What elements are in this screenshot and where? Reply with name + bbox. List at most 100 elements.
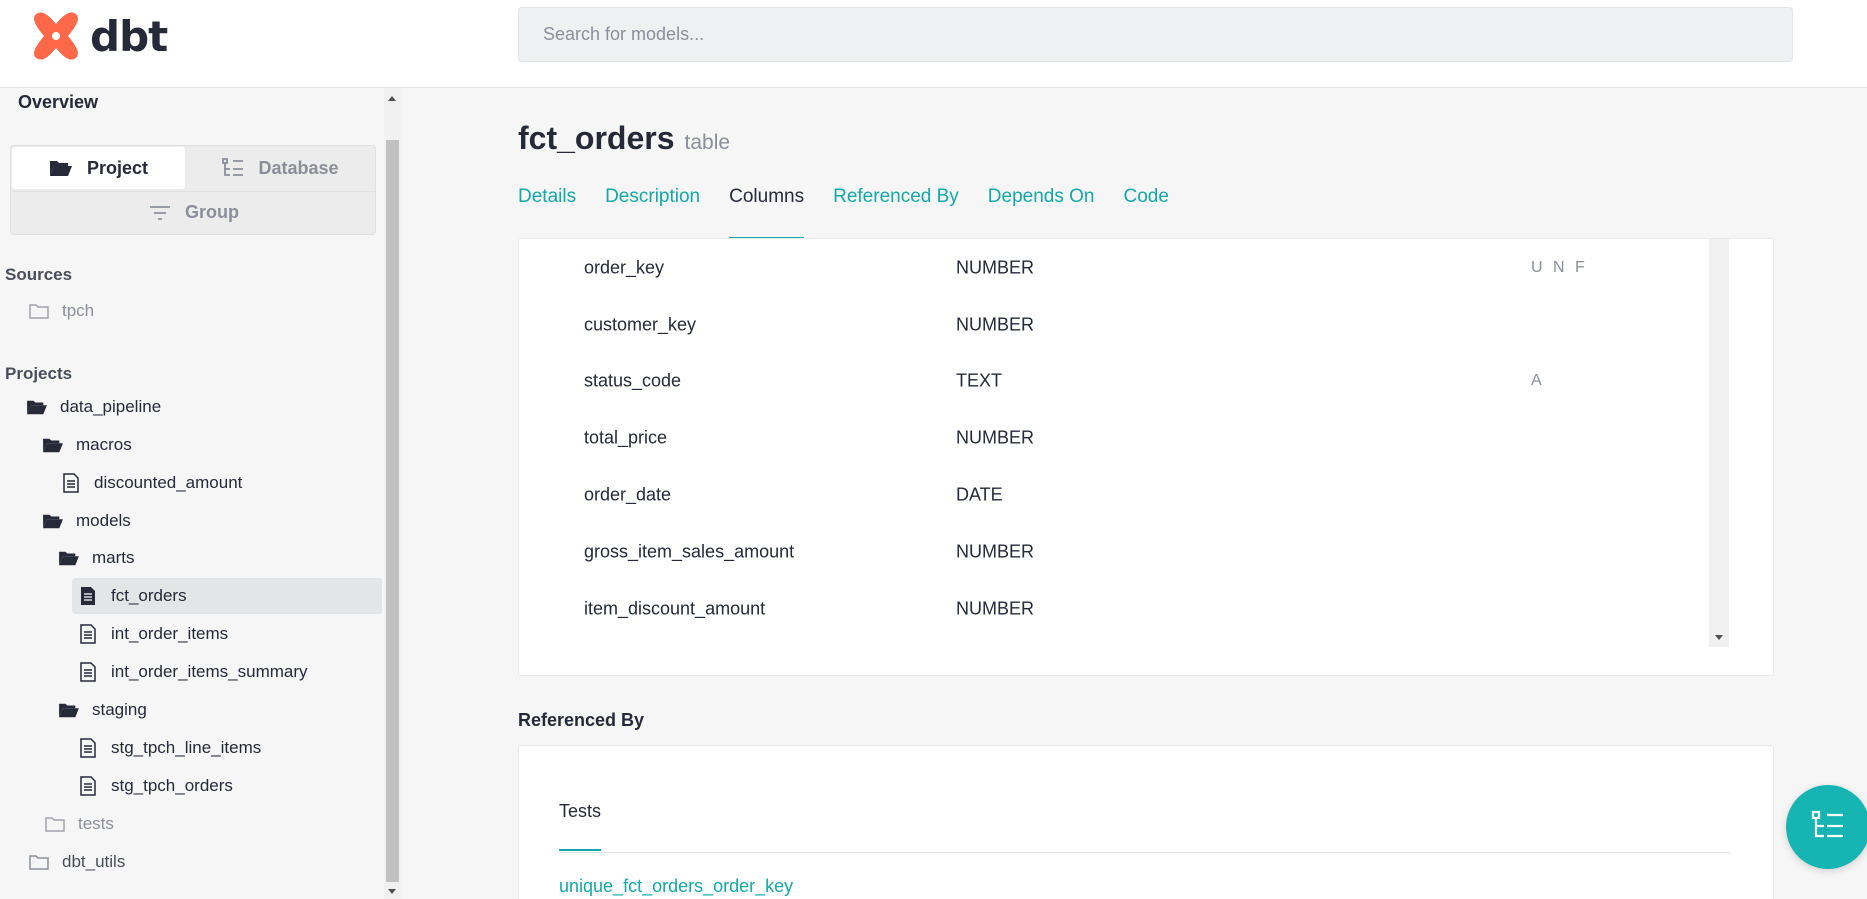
sidebar-item-label: stg_tpch_orders xyxy=(111,776,233,795)
top-header: dbt xyxy=(0,0,1867,88)
hierarchy-icon xyxy=(222,158,244,178)
column-type: NUMBER xyxy=(956,427,1035,447)
folder-open-icon xyxy=(26,398,48,416)
scroll-down-arrow-icon[interactable] xyxy=(1715,635,1723,640)
tab-database[interactable]: Database xyxy=(186,147,375,189)
logo-text: dbt xyxy=(90,11,168,61)
folder-icon xyxy=(28,854,50,870)
sources-heading: Sources xyxy=(5,265,73,284)
sidebar-item-label: int_order_items_summary xyxy=(111,662,308,681)
sidebar-item-label: fct_orders xyxy=(111,586,187,605)
column-type: NUMBER xyxy=(956,541,1035,561)
column-type: TEXT xyxy=(956,370,1003,390)
tab-project[interactable]: Project xyxy=(12,147,185,189)
tab-code[interactable]: Code xyxy=(1123,186,1168,239)
divider xyxy=(559,852,1731,853)
model-type: table xyxy=(684,131,731,154)
tab-database-label: Database xyxy=(258,157,339,178)
folder-icon xyxy=(28,303,50,319)
sidebar-item-tests[interactable]: tests xyxy=(44,806,114,842)
column-type: NUMBER xyxy=(956,598,1035,618)
test-link[interactable]: unique_fct_orders_order_key xyxy=(559,876,793,897)
table-row[interactable]: gross_item_sales_amount NUMBER xyxy=(584,523,1694,580)
tab-referenced-by[interactable]: Referenced By xyxy=(833,186,959,239)
search-input[interactable] xyxy=(518,7,1793,62)
file-icon xyxy=(77,738,99,758)
scroll-down-arrow-icon[interactable] xyxy=(388,889,396,894)
tab-depends-on[interactable]: Depends On xyxy=(988,186,1095,239)
columns-scrollbar[interactable] xyxy=(1709,239,1729,647)
sidebar: Overview Project Database Group Sources … xyxy=(0,88,385,899)
sidebar-item-discounted-amount[interactable]: discounted_amount xyxy=(60,465,242,501)
folder-open-icon xyxy=(58,549,80,567)
scroll-up-arrow-icon[interactable] xyxy=(388,96,396,101)
column-name: order_date xyxy=(584,484,672,504)
file-icon xyxy=(77,624,99,644)
sidebar-item-dbt-utils[interactable]: dbt_utils xyxy=(28,844,125,880)
sidebar-item-int-order-items[interactable]: int_order_items xyxy=(77,616,228,652)
column-name: gross_item_sales_amount xyxy=(584,541,795,561)
sidebar-item-marts[interactable]: marts xyxy=(58,540,135,576)
projects-heading: Projects xyxy=(5,364,73,383)
column-type: NUMBER xyxy=(956,314,1035,334)
table-row[interactable]: status_code TEXT A › xyxy=(584,352,1725,409)
file-filled-icon xyxy=(77,586,99,606)
tab-columns[interactable]: Columns xyxy=(729,186,804,239)
columns-table: order_key NUMBER U N F › customer_key NU… xyxy=(518,238,1774,676)
sidebar-item-label: dbt_utils xyxy=(62,852,126,871)
lineage-icon xyxy=(1811,810,1845,845)
sidebar-item-label: models xyxy=(76,511,131,530)
sidebar-item-label: tests xyxy=(78,814,114,833)
dbt-logo-icon xyxy=(34,12,78,60)
tab-group[interactable]: Group xyxy=(12,191,376,233)
column-name: item_discount_amount xyxy=(584,598,766,618)
sidebar-item-label: macros xyxy=(76,435,132,454)
sidebar-scrollbar[interactable] xyxy=(384,88,401,899)
dbt-logo[interactable]: dbt xyxy=(28,8,168,64)
referenced-by-card: Tests unique_fct_orders_order_key xyxy=(518,745,1774,899)
sidebar-item-tpch[interactable]: tpch xyxy=(28,293,94,329)
folder-open-icon xyxy=(49,158,73,178)
referenced-by-heading: Referenced By xyxy=(518,710,645,730)
column-name: order_key xyxy=(584,257,665,277)
model-nav-tabs: Details Description Columns Referenced B… xyxy=(518,186,1198,239)
column-name: total_price xyxy=(584,427,668,447)
tab-details[interactable]: Details xyxy=(518,186,576,239)
tab-group-label: Group xyxy=(185,202,239,222)
model-title: fct_orders table xyxy=(518,120,730,157)
column-type: NUMBER xyxy=(956,257,1035,277)
table-row[interactable]: item_discount_amount NUMBER xyxy=(584,580,1694,637)
overview-link[interactable]: Overview xyxy=(18,92,98,113)
filter-lines-icon xyxy=(149,205,171,221)
table-row[interactable]: order_key NUMBER U N F › xyxy=(584,239,1725,296)
tab-project-label: Project xyxy=(86,157,149,178)
model-name: fct_orders xyxy=(518,120,675,156)
sidebar-item-label: int_order_items xyxy=(111,624,229,643)
table-row[interactable]: order_date DATE xyxy=(584,466,1694,523)
file-icon xyxy=(77,776,99,796)
sidebar-item-label: data_pipeline xyxy=(60,397,162,416)
sidebar-item-macros[interactable]: macros xyxy=(42,427,132,463)
column-tests-badge: U N F xyxy=(1531,258,1588,276)
sidebar-item-label: tpch xyxy=(62,301,95,320)
lineage-graph-button[interactable] xyxy=(1786,785,1867,869)
sidebar-item-fct-orders[interactable]: fct_orders xyxy=(72,578,382,614)
table-row[interactable]: total_price NUMBER xyxy=(584,409,1694,466)
sidebar-item-data-pipeline[interactable]: data_pipeline xyxy=(26,389,161,425)
scrollbar-thumb[interactable] xyxy=(386,140,399,882)
column-tests-badge: A xyxy=(1531,371,1545,389)
folder-open-icon xyxy=(42,436,64,454)
sidebar-item-int-order-items-summary[interactable]: int_order_items_summary xyxy=(77,654,308,690)
column-type: DATE xyxy=(956,484,1003,504)
sidebar-item-models[interactable]: models xyxy=(42,503,131,539)
tab-description[interactable]: Description xyxy=(605,186,700,239)
file-icon xyxy=(60,473,82,493)
table-row[interactable]: customer_key NUMBER xyxy=(584,296,1694,353)
sidebar-item-label: stg_tpch_line_items xyxy=(111,738,262,757)
tab-tests[interactable]: Tests xyxy=(559,801,602,851)
sidebar-item-staging[interactable]: staging xyxy=(58,692,147,728)
file-icon xyxy=(77,662,99,682)
sidebar-item-stg-tpch-orders[interactable]: stg_tpch_orders xyxy=(77,768,233,804)
folder-open-icon xyxy=(58,701,80,719)
sidebar-item-stg-tpch-line-items[interactable]: stg_tpch_line_items xyxy=(77,730,261,766)
